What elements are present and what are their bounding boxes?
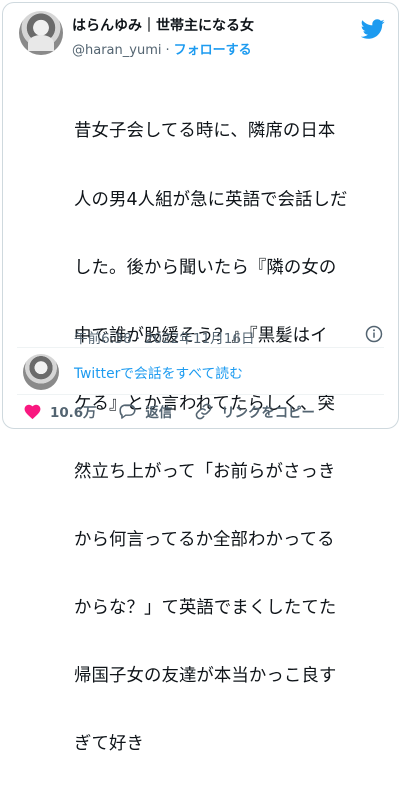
like-count: 10.6万: [50, 406, 97, 421]
like-button[interactable]: 10.6万: [23, 401, 96, 421]
divider: [17, 347, 384, 348]
twitter-bird-icon[interactable]: [361, 17, 385, 41]
author-name[interactable]: はらんゆみ｜世帯主になる女: [72, 15, 254, 35]
tweet-line: 昔女子会してる時に、隣席の日本: [74, 121, 336, 142]
reply-icon: [119, 403, 137, 419]
separator-dot: ·: [165, 43, 170, 58]
tweet-line: ぎて好き: [74, 734, 144, 755]
tweet-line: 帰国子女の友達が本当かっこ良す: [74, 666, 337, 687]
tweet-line: した。後から聞いたら『隣の女の: [74, 257, 337, 278]
tweet-line: 然立ち上がって「お前らがさっき: [74, 461, 336, 482]
tweet-timestamp[interactable]: 午前6:38 · 2022年11月16日: [74, 327, 255, 347]
author-avatar[interactable]: [19, 11, 63, 55]
tweet-line: からな？」て英語でまくしたてた: [74, 598, 337, 619]
read-conversation-link[interactable]: Twitterで会話をすべて読む: [74, 362, 243, 382]
conversation-avatar[interactable]: [23, 354, 59, 390]
link-icon: [195, 403, 212, 419]
copy-link-button[interactable]: リンクをコピー: [194, 401, 315, 421]
handle-row: @haran_yumi · フォローする: [72, 39, 252, 58]
copy-link-label: リンクをコピー: [221, 406, 315, 421]
reply-label: 返信: [145, 406, 173, 421]
tweet-card: はらんゆみ｜世帯主になる女 @haran_yumi · フォローする 昔女子会してる…: [2, 2, 399, 754]
tweet-line: から何言ってるか全部わかってる: [74, 530, 335, 551]
tweet-text: 昔女子会してる時に、隣席の日本 人の男4人組が急に英語で会話しだ した。後から聞…: [74, 75, 392, 802]
divider: [17, 394, 384, 395]
heart-icon: [24, 404, 41, 419]
follow-button[interactable]: フォローする: [174, 43, 252, 58]
info-icon[interactable]: [365, 325, 383, 343]
reply-button[interactable]: 返信: [118, 401, 172, 421]
tweet-line: 人の男4人組が急に英語で会話しだ: [74, 189, 348, 210]
author-handle[interactable]: @haran_yumi: [72, 43, 161, 58]
action-bar: 10.6万 返信 リンクをコピー: [23, 400, 337, 422]
